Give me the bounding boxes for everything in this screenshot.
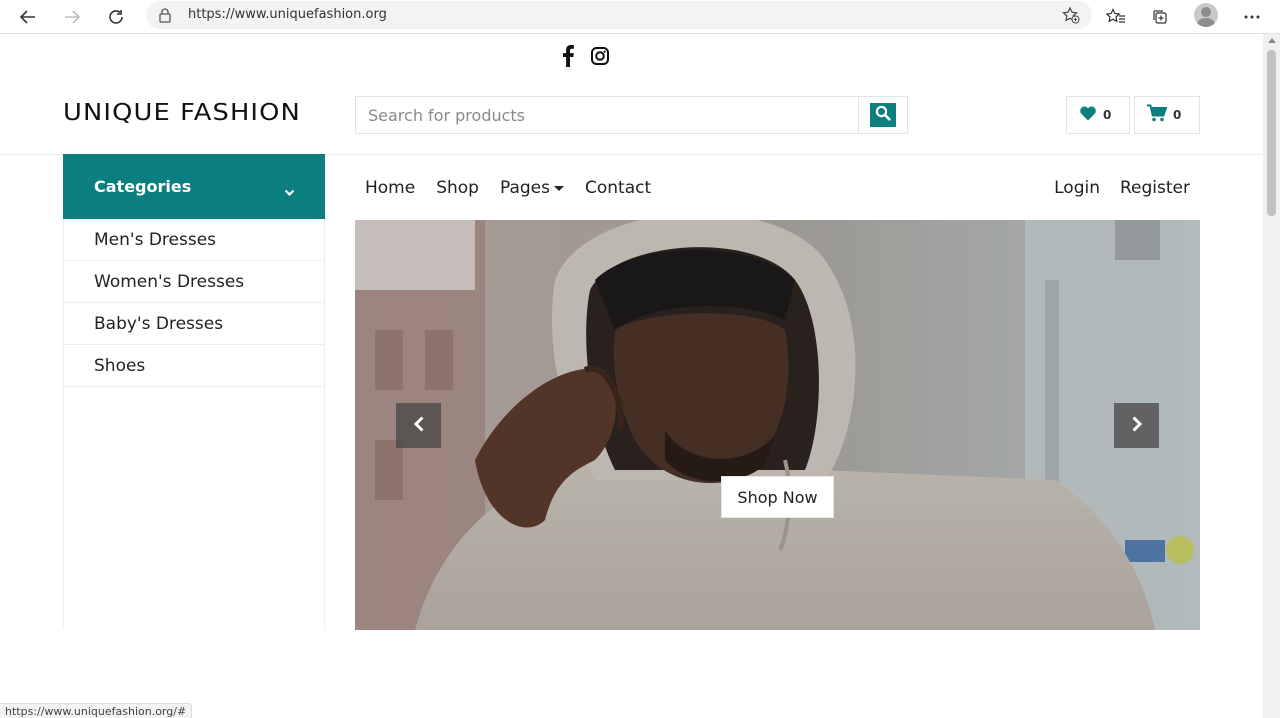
chevron-down-icon (284, 182, 295, 201)
profile-avatar[interactable] (1194, 3, 1218, 27)
search-icon (875, 105, 891, 125)
chevron-left-icon (413, 415, 425, 436)
add-favorite-icon[interactable] (1062, 6, 1080, 28)
cart-icon (1147, 104, 1168, 126)
scroll-up-icon[interactable] (1268, 38, 1276, 43)
search-input[interactable] (356, 97, 859, 133)
category-item[interactable]: Baby's Dresses (64, 303, 324, 345)
more-icon[interactable] (1239, 4, 1265, 30)
category-item[interactable]: Men's Dresses (64, 219, 324, 261)
caret-down-icon (553, 185, 564, 191)
search-button-wrap (858, 97, 907, 133)
cart-count: 0 (1173, 108, 1182, 122)
browser-toolbar: https://www.uniquefashion.org (0, 0, 1280, 34)
facebook-icon[interactable] (561, 45, 575, 67)
status-bar-url: https://www.uniquefashion.org/# (0, 703, 193, 718)
login-link[interactable]: Login (1054, 178, 1100, 198)
hero-image (355, 220, 1200, 630)
search-button[interactable] (870, 103, 896, 127)
shop-now-button[interactable]: Shop Now (721, 476, 834, 518)
nav-contact[interactable]: Contact (585, 178, 651, 198)
refresh-icon[interactable] (103, 4, 129, 30)
hero-carousel: Shop Now (355, 220, 1200, 630)
nav-shop[interactable]: Shop (436, 178, 479, 198)
logo-text[interactable]: UNIQUE FASHION (63, 100, 301, 126)
scroll-thumb[interactable] (1267, 50, 1276, 216)
cart-button[interactable]: 0 (1134, 96, 1200, 134)
nav-home[interactable]: Home (365, 178, 415, 198)
url-text[interactable]: https://www.uniquefashion.org (188, 7, 387, 22)
page-scrollbar[interactable] (1263, 34, 1280, 718)
back-icon[interactable] (15, 4, 41, 30)
instagram-icon[interactable] (590, 45, 610, 67)
heart-icon (1079, 105, 1097, 125)
chevron-right-icon (1131, 415, 1143, 436)
carousel-next-button[interactable] (1114, 403, 1159, 448)
nav-pages-label: Pages (499, 178, 550, 198)
main-nav: Home Shop Pages Contact (355, 174, 662, 202)
nav-pages[interactable]: Pages (500, 178, 564, 198)
register-link[interactable]: Register (1120, 178, 1190, 198)
address-bar[interactable]: https://www.uniquefashion.org (146, 1, 1092, 29)
wishlist-count: 0 (1103, 108, 1112, 122)
carousel-prev-button[interactable] (396, 403, 441, 448)
forward-icon[interactable] (59, 4, 85, 30)
categories-list: Men's Dresses Women's Dresses Baby's Dre… (63, 219, 325, 630)
wishlist-button[interactable]: 0 (1066, 96, 1130, 134)
categories-title: Categories (94, 177, 192, 196)
lock-icon[interactable] (158, 7, 172, 27)
site-logo[interactable]: UNIQUE FASHION (63, 100, 300, 126)
auth-nav: Login Register (1054, 174, 1190, 202)
collections-icon[interactable] (1147, 4, 1173, 30)
category-item[interactable]: Shoes (64, 345, 324, 387)
categories-toggle[interactable]: Categories (63, 154, 325, 219)
category-item[interactable]: Women's Dresses (64, 261, 324, 303)
favorites-icon[interactable] (1103, 4, 1129, 30)
search-bar (355, 96, 908, 134)
